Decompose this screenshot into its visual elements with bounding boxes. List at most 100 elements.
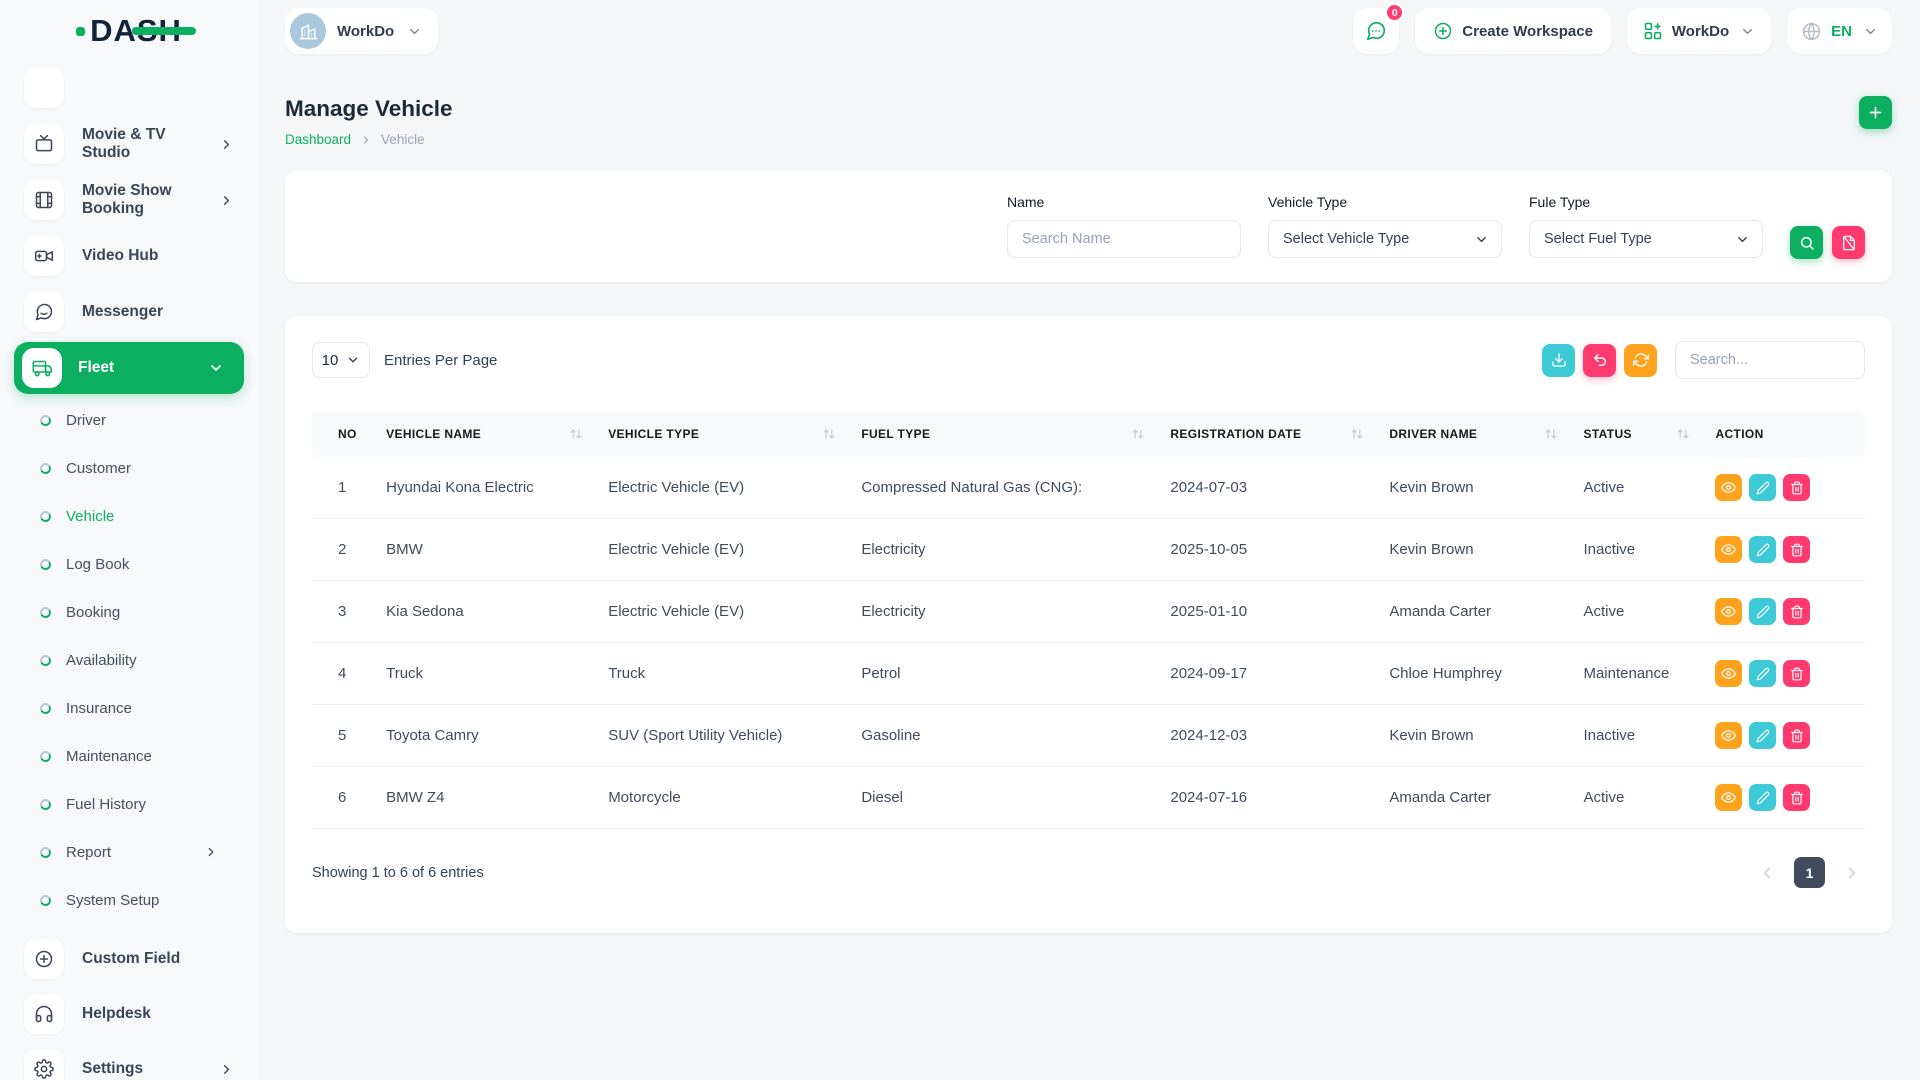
messages-button[interactable]: 0: [1353, 8, 1399, 54]
delete-button[interactable]: [1783, 536, 1810, 563]
table-row: 6BMW Z4MotorcycleDiesel2024-07-16Amanda …: [312, 767, 1865, 829]
sub-item-label: Vehicle: [66, 508, 114, 525]
sidebar-item-fuel-history[interactable]: Fuel History: [0, 780, 258, 828]
workspace-name: WorkDo: [337, 23, 394, 40]
cell-status: Maintenance: [1571, 643, 1703, 705]
refresh-button[interactable]: [1624, 344, 1657, 377]
fuel-type-select[interactable]: Select Fuel Type: [1529, 220, 1763, 258]
eye-icon: [1721, 604, 1736, 619]
cell-no: 1: [312, 457, 374, 519]
globe-icon: [1801, 21, 1822, 42]
delete-button[interactable]: [1783, 722, 1810, 749]
edit-button[interactable]: [1749, 660, 1776, 687]
sidebar-item-log-book[interactable]: Log Book: [0, 540, 258, 588]
chevron-right-icon: [1843, 864, 1861, 882]
add-vehicle-button[interactable]: [1859, 96, 1892, 129]
edit-button[interactable]: [1749, 598, 1776, 625]
sidebar: DASH Movie & TV Studio M: [0, 0, 258, 1080]
table-search-input[interactable]: [1675, 341, 1865, 379]
edit-button[interactable]: [1749, 474, 1776, 501]
pagination-current-page[interactable]: 1: [1794, 857, 1825, 888]
cell-driver-name: Kevin Brown: [1377, 705, 1571, 767]
edit-button[interactable]: [1749, 784, 1776, 811]
chevron-left-icon: [1758, 864, 1776, 882]
delete-button[interactable]: [1783, 784, 1810, 811]
name-search-input[interactable]: [1007, 220, 1241, 258]
bullet-icon: [39, 701, 53, 715]
edit-button[interactable]: [1749, 536, 1776, 563]
trash-icon: [1790, 667, 1804, 681]
sidebar-item-availability[interactable]: Availability: [0, 636, 258, 684]
undo-button[interactable]: [1583, 344, 1616, 377]
view-button[interactable]: [1715, 722, 1742, 749]
eye-icon: [1721, 666, 1736, 681]
workspace-avatar: [290, 13, 326, 49]
sidebar-item-booking[interactable]: Booking: [0, 588, 258, 636]
cell-registration-date: 2024-12-03: [1158, 705, 1377, 767]
sidebar-item-settings[interactable]: Settings: [24, 1049, 234, 1080]
delete-button[interactable]: [1783, 598, 1810, 625]
sidebar-item-driver[interactable]: Driver: [0, 396, 258, 444]
sidebar-item-movie-tv-studio[interactable]: Movie & TV Studio: [24, 124, 234, 164]
cell-status: Inactive: [1571, 705, 1703, 767]
sidebar-item-custom-field[interactable]: Custom Field: [24, 939, 234, 979]
column-header-fuel-type[interactable]: FUEL TYPE: [849, 411, 1158, 457]
cell-actions: [1703, 581, 1865, 643]
workspace-switcher[interactable]: WorkDo: [285, 8, 438, 54]
sidebar-item-video-hub[interactable]: Video Hub: [24, 236, 234, 276]
chat-bubble-icon: [1365, 20, 1387, 42]
column-header-vehicle-type[interactable]: VEHICLE TYPE: [596, 411, 849, 457]
row-actions: [1715, 660, 1853, 687]
sidebar-item-helpdesk[interactable]: Helpdesk: [24, 994, 234, 1034]
pencil-icon: [1756, 667, 1770, 681]
language-selector[interactable]: EN: [1787, 8, 1892, 54]
pagination-prev-button[interactable]: [1754, 860, 1780, 886]
cell-vehicle-name: Kia Sedona: [374, 581, 596, 643]
view-button[interactable]: [1715, 660, 1742, 687]
entries-per-page-select[interactable]: 10: [312, 342, 370, 378]
view-button[interactable]: [1715, 598, 1742, 625]
brand-logo[interactable]: DASH: [0, 0, 258, 62]
view-button[interactable]: [1715, 536, 1742, 563]
trash-icon: [1790, 605, 1804, 619]
delete-button[interactable]: [1783, 660, 1810, 687]
column-header-status[interactable]: STATUS: [1571, 411, 1703, 457]
apply-filter-button[interactable]: [1790, 226, 1823, 259]
workdo-menu-button[interactable]: WorkDo: [1627, 8, 1771, 54]
sidebar-item-insurance[interactable]: Insurance: [0, 684, 258, 732]
pagination-next-button[interactable]: [1839, 860, 1865, 886]
topbar-actions: 0 Create Workspace WorkDo EN: [1353, 8, 1892, 54]
cell-actions: [1703, 767, 1865, 829]
sidebar-item-vehicle[interactable]: Vehicle: [0, 492, 258, 540]
sidebar-item-partial[interactable]: [24, 68, 64, 108]
filter-vehicle-type-field: Vehicle Type Select Vehicle Type: [1268, 194, 1502, 258]
vehicle-type-select[interactable]: Select Vehicle Type: [1268, 220, 1502, 258]
column-header-driver-name[interactable]: DRIVER NAME: [1377, 411, 1571, 457]
export-button[interactable]: [1542, 344, 1575, 377]
notification-badge: 0: [1385, 3, 1404, 22]
edit-button[interactable]: [1749, 722, 1776, 749]
sidebar-item-report[interactable]: Report: [0, 828, 258, 876]
sidebar-item-fleet[interactable]: Fleet: [14, 342, 244, 394]
bullet-icon: [39, 509, 53, 523]
view-button[interactable]: [1715, 474, 1742, 501]
bullet-icon: [39, 749, 53, 763]
app-root: DASH Movie & TV Studio M: [0, 0, 1920, 1080]
sidebar-item-movie-show-booking[interactable]: Movie Show Booking: [24, 180, 234, 220]
reset-filter-button[interactable]: [1832, 226, 1865, 259]
sidebar-item-customer[interactable]: Customer: [0, 444, 258, 492]
sort-icon: [568, 426, 584, 442]
sidebar-item-system-setup[interactable]: System Setup: [0, 876, 258, 924]
trash-icon: [1790, 481, 1804, 495]
cell-actions: [1703, 519, 1865, 581]
eye-icon: [1721, 480, 1736, 495]
sidebar-item-messenger[interactable]: Messenger: [24, 292, 234, 332]
create-workspace-button[interactable]: Create Workspace: [1415, 8, 1611, 54]
sidebar-item-maintenance[interactable]: Maintenance: [0, 732, 258, 780]
column-header-vehicle-name[interactable]: VEHICLE NAME: [374, 411, 596, 457]
delete-button[interactable]: [1783, 474, 1810, 501]
bullet-icon: [39, 653, 53, 667]
breadcrumb-dashboard-link[interactable]: Dashboard: [285, 132, 351, 147]
view-button[interactable]: [1715, 784, 1742, 811]
column-header-registration-date[interactable]: REGISTRATION DATE: [1158, 411, 1377, 457]
